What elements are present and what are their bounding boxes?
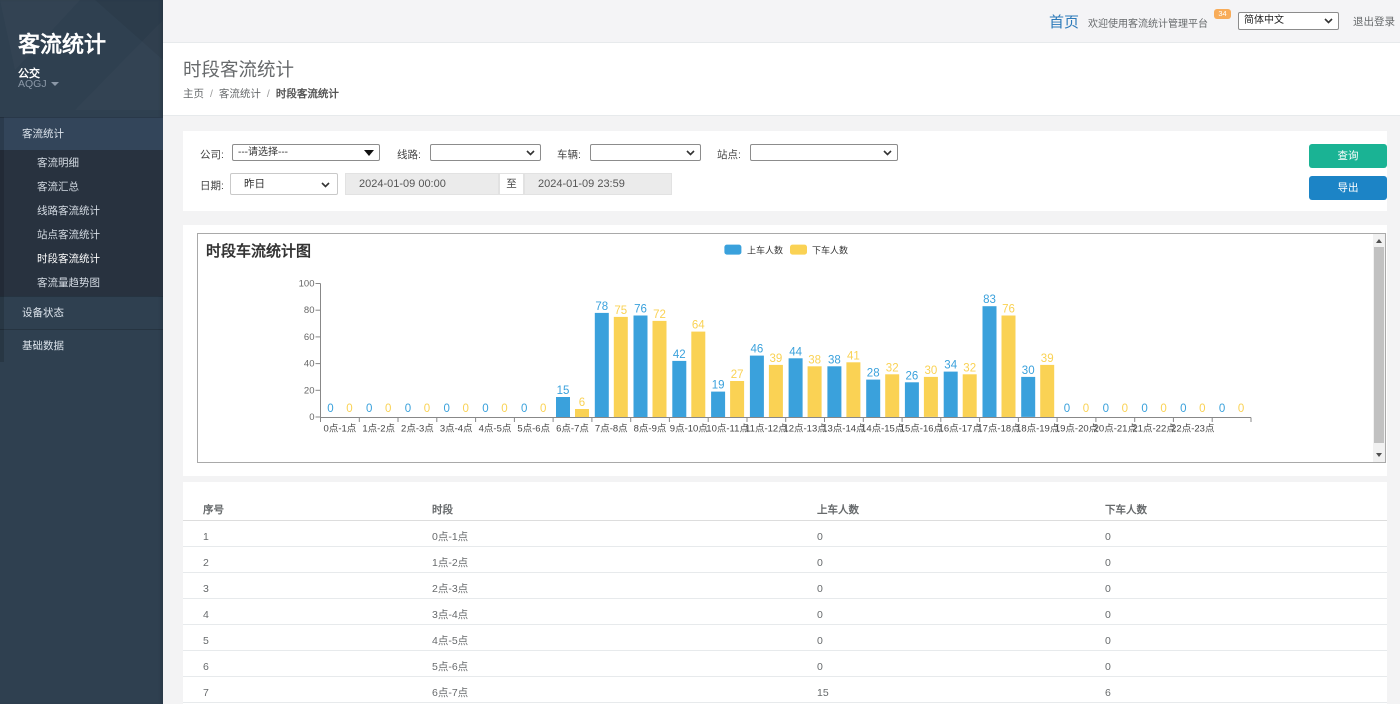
svg-text:0: 0: [366, 403, 372, 415]
svg-text:0: 0: [540, 403, 546, 415]
svg-text:38: 38: [828, 354, 841, 366]
svg-text:0: 0: [443, 403, 449, 415]
svg-text:72: 72: [653, 309, 666, 321]
svg-text:0: 0: [501, 403, 507, 415]
svg-text:0点-1点: 0点-1点: [324, 424, 357, 435]
svg-text:21点-22点: 21点-22点: [1132, 424, 1176, 435]
svg-text:76: 76: [1002, 304, 1015, 316]
svg-text:75: 75: [614, 305, 627, 317]
svg-text:44: 44: [789, 346, 802, 358]
svg-text:0: 0: [1160, 403, 1166, 415]
svg-text:2点-3点: 2点-3点: [401, 424, 434, 435]
svg-text:30: 30: [925, 365, 938, 377]
svg-text:8点-9点: 8点-9点: [634, 424, 667, 435]
svg-text:32: 32: [963, 362, 976, 374]
svg-text:100: 100: [299, 279, 315, 290]
svg-text:时段车流统计图: 时段车流统计图: [206, 242, 311, 260]
svg-text:20点-21点: 20点-21点: [1094, 424, 1138, 435]
svg-text:18点-19点: 18点-19点: [1016, 424, 1060, 435]
svg-text:0: 0: [1199, 403, 1205, 415]
svg-text:83: 83: [983, 294, 996, 306]
svg-text:27: 27: [731, 369, 744, 381]
svg-text:0: 0: [327, 403, 333, 415]
svg-text:0: 0: [1083, 403, 1089, 415]
svg-text:15点-16点: 15点-16点: [900, 424, 944, 435]
svg-text:上车人数: 上车人数: [747, 245, 783, 256]
svg-text:38: 38: [808, 354, 821, 366]
svg-text:0: 0: [482, 403, 488, 415]
svg-text:32: 32: [886, 362, 899, 374]
svg-text:0: 0: [309, 412, 314, 423]
svg-text:0: 0: [1180, 403, 1186, 415]
svg-text:0: 0: [385, 403, 391, 415]
svg-text:10点-11点: 10点-11点: [706, 424, 749, 435]
svg-text:11点-12点: 11点-12点: [745, 424, 788, 435]
svg-text:6: 6: [579, 397, 585, 409]
svg-text:22点-23点: 22点-23点: [1171, 424, 1215, 435]
svg-text:0: 0: [521, 403, 527, 415]
svg-text:17点-18点: 17点-18点: [977, 424, 1021, 435]
svg-text:9点-10点: 9点-10点: [670, 424, 709, 435]
svg-text:76: 76: [634, 304, 647, 316]
svg-text:0: 0: [1141, 403, 1147, 415]
svg-text:16点-17点: 16点-17点: [939, 424, 983, 435]
svg-text:4点-5点: 4点-5点: [479, 424, 512, 435]
svg-text:0: 0: [462, 403, 468, 415]
svg-text:19: 19: [712, 380, 725, 392]
svg-text:0: 0: [346, 403, 352, 415]
svg-text:34: 34: [944, 360, 957, 372]
svg-text:19点-20点: 19点-20点: [1055, 424, 1099, 435]
svg-text:39: 39: [1041, 353, 1054, 365]
svg-text:46: 46: [751, 344, 764, 356]
svg-text:0: 0: [1103, 403, 1109, 415]
svg-text:下车人数: 下车人数: [812, 245, 848, 256]
svg-text:5点-6点: 5点-6点: [517, 424, 550, 435]
svg-text:7点-8点: 7点-8点: [595, 424, 628, 435]
svg-text:60: 60: [304, 332, 315, 343]
svg-text:30: 30: [1022, 365, 1035, 377]
svg-text:0: 0: [405, 403, 411, 415]
svg-text:3点-4点: 3点-4点: [440, 424, 473, 435]
svg-text:0: 0: [1238, 403, 1244, 415]
svg-text:14点-15点: 14点-15点: [861, 424, 905, 435]
svg-text:0: 0: [1064, 403, 1070, 415]
svg-text:42: 42: [673, 349, 686, 361]
svg-text:13点-14点: 13点-14点: [822, 424, 866, 435]
svg-text:64: 64: [692, 320, 705, 332]
svg-text:78: 78: [595, 301, 608, 313]
svg-text:80: 80: [304, 305, 315, 316]
svg-text:28: 28: [867, 368, 880, 380]
svg-text:0: 0: [1122, 403, 1128, 415]
svg-text:39: 39: [770, 353, 783, 365]
svg-text:1点-2点: 1点-2点: [362, 424, 395, 435]
svg-text:41: 41: [847, 350, 860, 362]
svg-text:26: 26: [906, 370, 919, 382]
svg-text:12点-13点: 12点-13点: [783, 424, 827, 435]
svg-text:6点-7点: 6点-7点: [556, 424, 589, 435]
svg-text:20: 20: [304, 385, 315, 396]
svg-text:0: 0: [424, 403, 430, 415]
svg-text:0: 0: [1219, 403, 1225, 415]
svg-text:15: 15: [557, 385, 570, 397]
svg-text:40: 40: [304, 359, 315, 370]
